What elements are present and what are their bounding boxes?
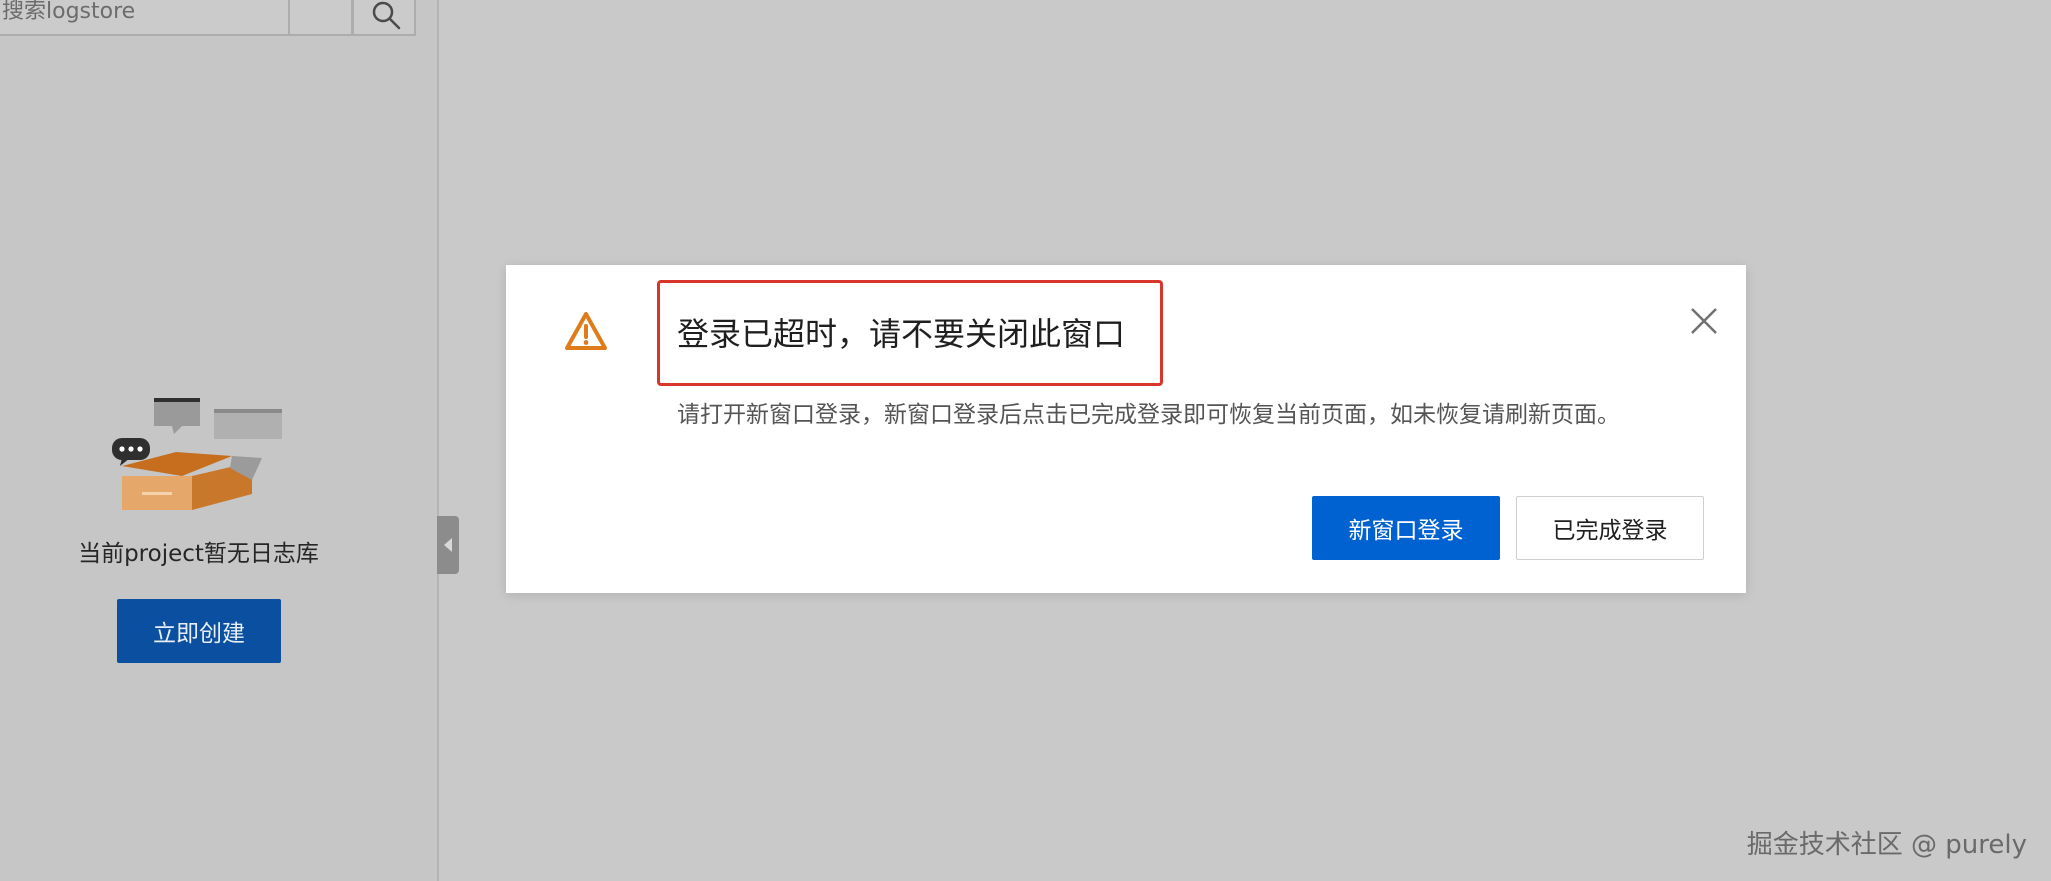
login-completed-button[interactable]: 已完成登录 (1516, 496, 1704, 560)
dialog-message: 请打开新窗口登录，新窗口登录后点击已完成登录即可恢复当前页面，如未恢复请刷新页面… (677, 402, 1620, 428)
login-timeout-dialog: 登录已超时，请不要关闭此窗口 请打开新窗口登录，新窗口登录后点击已完成登录即可恢… (506, 265, 1746, 593)
sidebar: 当前project暂无日志库 立即创建 (0, 0, 439, 881)
empty-state-text: 当前project暂无日志库 (78, 541, 319, 567)
chevron-left-icon (444, 538, 452, 552)
search-button[interactable] (352, 0, 416, 36)
dialog-title: 登录已超时，请不要关闭此窗口 (677, 315, 1126, 353)
new-window-login-button[interactable]: 新窗口登录 (1312, 496, 1500, 560)
watermark: 掘金技术社区 @ purely (1746, 830, 2027, 860)
warning-icon (565, 312, 607, 350)
search-box (0, 0, 353, 36)
empty-box-illustration (112, 398, 282, 510)
search-input[interactable] (0, 0, 290, 34)
search-icon (372, 1, 401, 30)
sidebar-collapse-handle[interactable] (437, 516, 459, 574)
create-logstore-button[interactable]: 立即创建 (117, 599, 281, 663)
close-icon[interactable] (1684, 301, 1724, 341)
